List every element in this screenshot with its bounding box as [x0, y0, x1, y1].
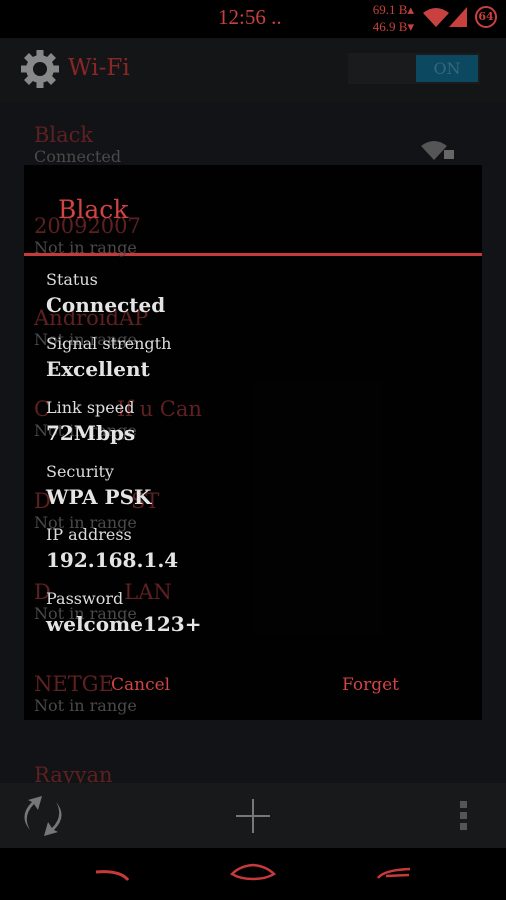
wifi-locked-icon [421, 141, 454, 160]
detail-value: Excellent [46, 357, 150, 381]
detail-status: Status Connected [46, 270, 165, 317]
detail-label: Status [46, 270, 98, 289]
detail-value: 192.168.1.4 [46, 548, 179, 572]
detail-value: WPA PSK [46, 485, 152, 509]
download-rate-text: 46.9 B [372, 19, 408, 34]
back-icon[interactable] [94, 868, 130, 882]
home-icon[interactable] [230, 862, 276, 882]
page-title: Wi-Fi [68, 55, 130, 81]
network-name: Black [34, 123, 94, 147]
network-item[interactable]: Black Connected [34, 123, 121, 166]
bottom-action-bar [0, 783, 506, 848]
refresh-icon[interactable] [24, 796, 62, 836]
detail-ip: IP address 192.168.1.4 [46, 525, 178, 572]
recent-apps-icon[interactable] [376, 866, 412, 880]
upload-rate: 69.1 B▴ [372, 2, 414, 17]
toggle-on-label: ON [416, 55, 478, 82]
detail-value: welcome123+ [46, 612, 202, 636]
cell-signal-icon [449, 7, 467, 27]
wifi-signal-icon [423, 8, 449, 27]
detail-label: Link speed [46, 398, 135, 417]
detail-link-speed: Link speed 72Mbps [46, 398, 135, 445]
forget-button[interactable]: Forget [342, 675, 399, 695]
gear-icon[interactable] [19, 48, 61, 90]
overflow-menu-icon[interactable] [458, 800, 470, 832]
clock: 12:56 .. [218, 5, 282, 29]
network-name: NETGE [34, 672, 114, 696]
detail-value: 72Mbps [46, 421, 136, 445]
cancel-button[interactable]: Cancel [111, 675, 170, 695]
network-status: Not in range [34, 696, 137, 715]
network-status: Not in range [34, 238, 137, 257]
dialog-title: Black [58, 195, 129, 224]
detail-value: Connected [46, 293, 166, 317]
upload-rate-text: 69.1 B [372, 2, 408, 17]
detail-label: Security [46, 462, 114, 481]
add-network-icon[interactable] [236, 799, 270, 833]
network-status: Connected [34, 147, 122, 166]
status-bar: 12:56 .. 69.1 B▴ 46.9 B▾ 64 [0, 0, 506, 38]
action-bar: Wi-Fi ON [0, 38, 506, 103]
detail-label: Signal strength [46, 334, 172, 353]
detail-signal: Signal strength Excellent [46, 334, 171, 381]
detail-label: IP address [46, 525, 132, 544]
detail-security: Security WPA PSK [46, 462, 151, 509]
navigation-bar [0, 848, 506, 900]
detail-label: Password [46, 589, 124, 608]
wifi-toggle[interactable]: ON [348, 53, 480, 84]
download-rate: 46.9 B▾ [372, 19, 414, 34]
battery-icon: 64 [475, 6, 497, 28]
